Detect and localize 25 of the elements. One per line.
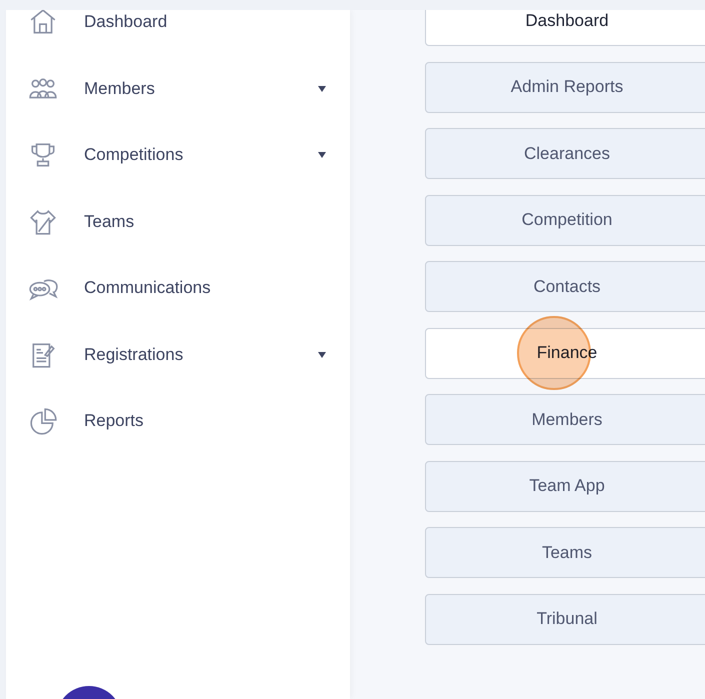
report-button[interactable]: Contacts — [425, 261, 705, 312]
menu-label: Members — [84, 78, 156, 99]
pie-chart-icon — [28, 406, 58, 436]
sidebar-item[interactable]: Dashboard — [6, 10, 350, 56]
report-button[interactable]: Tribunal — [425, 594, 705, 644]
menu-label: Communications — [84, 278, 212, 298]
report-button[interactable]: Admin Reports — [425, 62, 705, 112]
sidebar-item[interactable]: Reports — [6, 388, 350, 454]
sidebar-item[interactable]: Communications — [6, 255, 350, 322]
report-button[interactable]: Team App — [425, 460, 705, 512]
sidebar-item[interactable]: Registrations — [6, 322, 350, 388]
report-button[interactable]: Dashboard — [425, 10, 705, 46]
sidebar-item[interactable]: Competitions — [6, 122, 350, 188]
menu-label: Teams — [84, 212, 136, 232]
sidebar-item[interactable]: Teams — [6, 188, 350, 255]
menu-label: Dashboard — [84, 12, 168, 32]
report-button[interactable]: Teams — [425, 527, 705, 578]
menu-label: Registrations — [84, 344, 184, 365]
report-button[interactable]: Finance — [425, 328, 705, 378]
sidebar-item[interactable]: Members — [6, 56, 350, 122]
report-button[interactable]: Clearances — [425, 128, 705, 179]
menu-label: Competitions — [84, 145, 184, 166]
menu-label: Reports — [84, 411, 145, 432]
report-button[interactable]: Members — [425, 394, 705, 445]
report-button[interactable]: Competition — [425, 194, 705, 246]
